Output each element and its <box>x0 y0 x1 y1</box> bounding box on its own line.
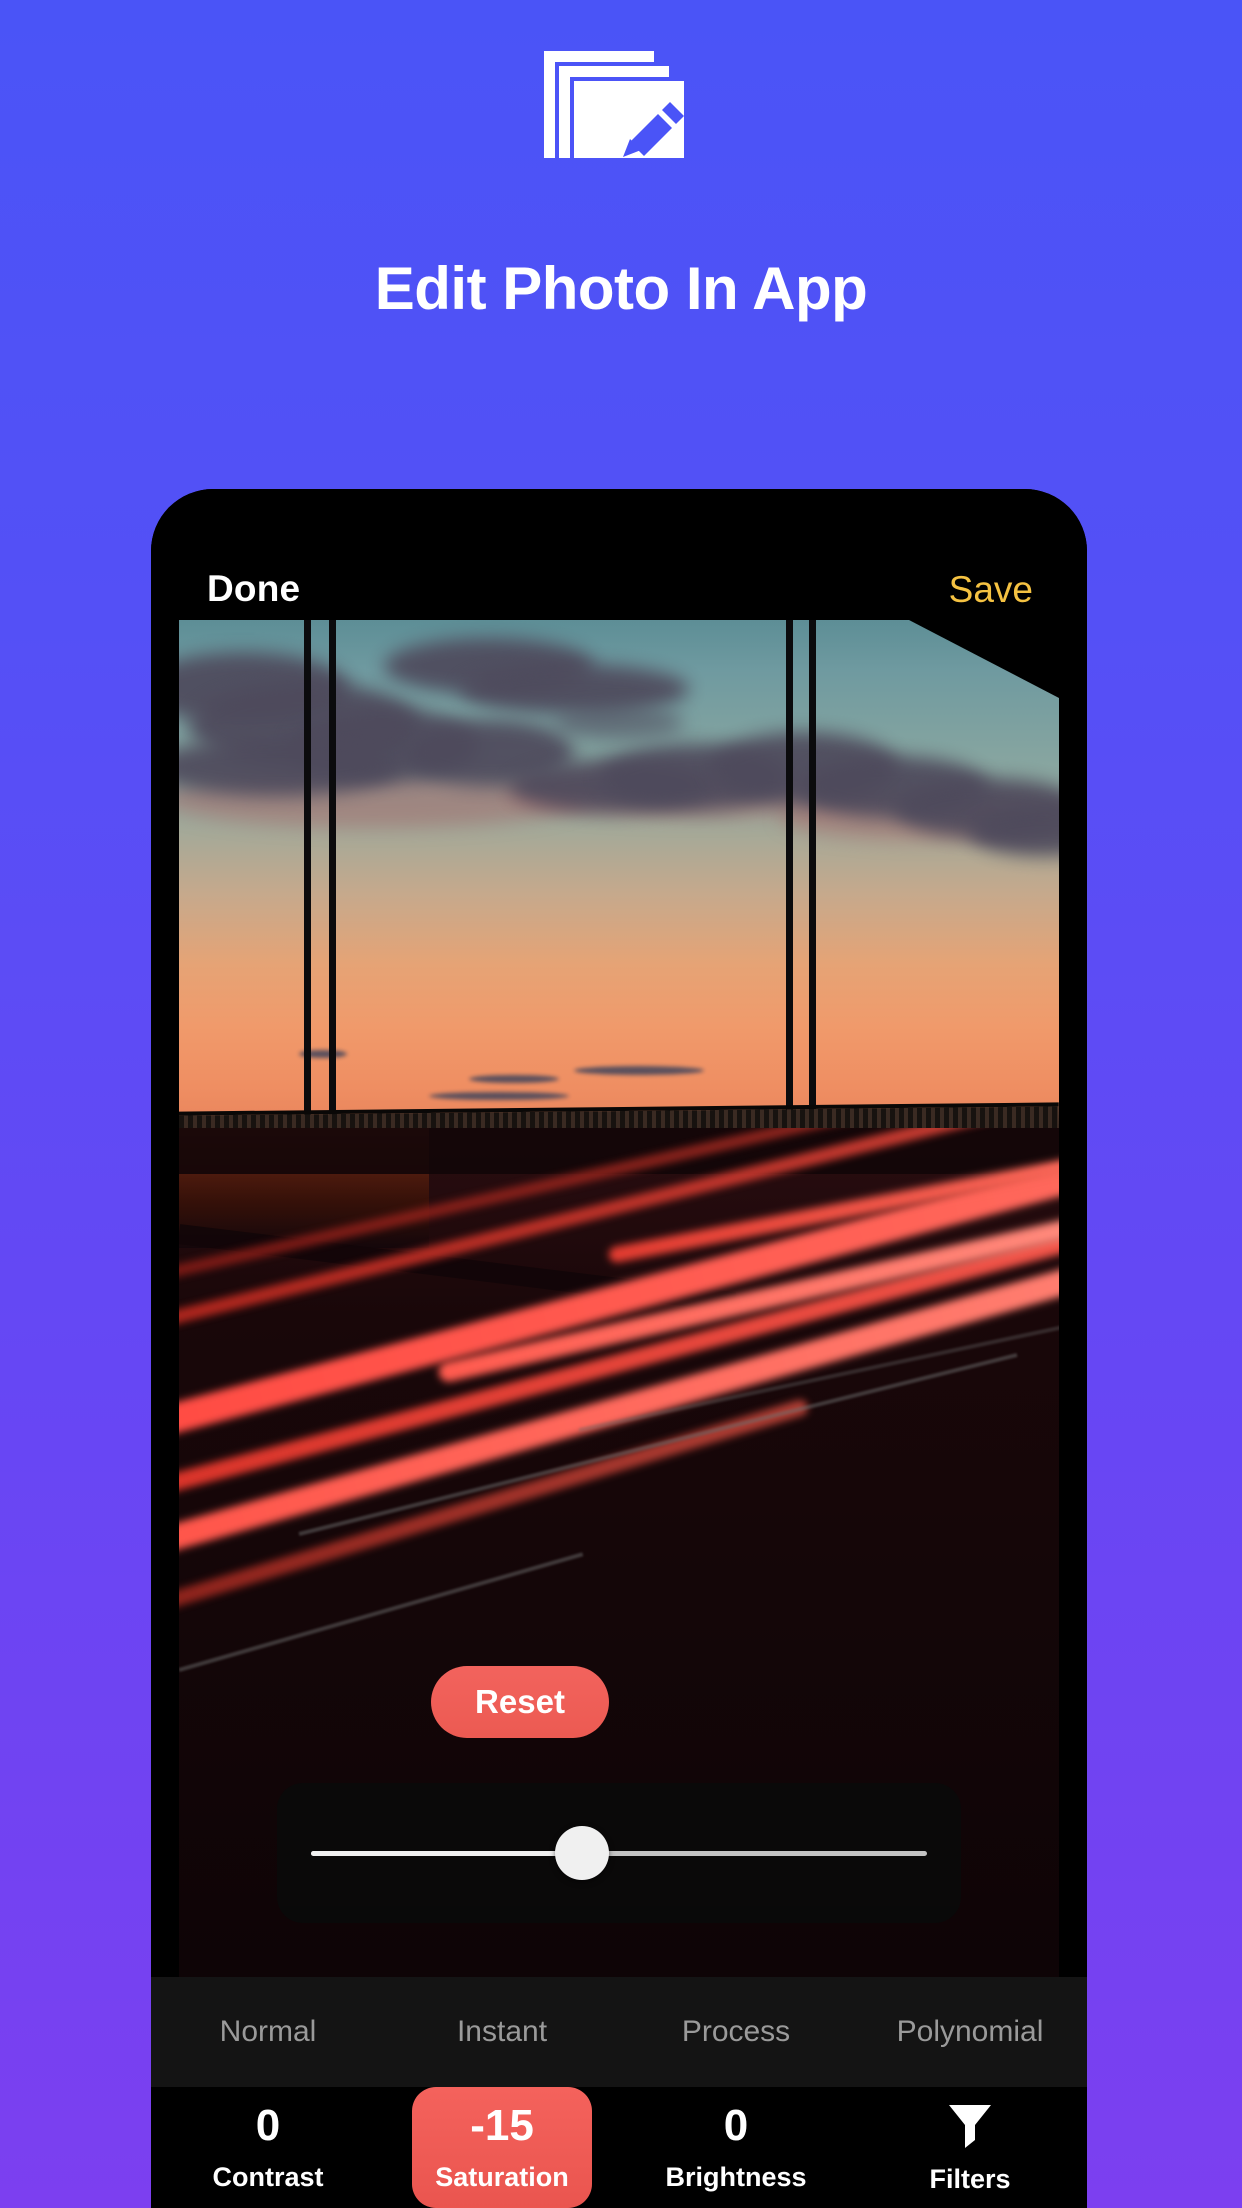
reset-button[interactable]: Reset <box>431 1666 609 1738</box>
brightness-label: Brightness <box>665 2162 807 2192</box>
brightness-value: 0 <box>723 2101 749 2150</box>
saturation-value: -15 <box>470 2101 534 2150</box>
filter-item-polynomial[interactable]: Polynomial <box>853 2015 1087 2049</box>
photo-sky <box>179 620 1059 1128</box>
filter-item-process[interactable]: Process <box>619 2015 853 2049</box>
reset-button-label: Reset <box>475 1683 565 1720</box>
photo-corner-bevel <box>909 620 1059 698</box>
phone-mockup: Done Save Reset Normal Instant Process P… <box>151 489 1087 2208</box>
slider-panel <box>277 1783 961 1923</box>
contrast-label: Contrast <box>212 2162 324 2192</box>
slider-fill <box>311 1851 583 1856</box>
edit-photo-stack-pencil-icon <box>544 51 684 158</box>
photo-preview[interactable]: Reset <box>179 620 1059 1977</box>
adjustment-contrast[interactable]: 0 Contrast <box>178 2087 358 2208</box>
done-button[interactable]: Done <box>207 568 300 610</box>
bridge-pillar <box>809 620 816 1128</box>
app-navbar: Done Save <box>151 489 1087 621</box>
filter-item-instant[interactable]: Instant <box>385 2015 619 2049</box>
adjustment-saturation[interactable]: -15 Saturation <box>412 2087 592 2208</box>
bridge-pillar <box>786 620 793 1128</box>
contrast-value: 0 <box>255 2101 281 2150</box>
slider-knob[interactable] <box>555 1826 610 1880</box>
funnel-icon <box>949 2105 991 2148</box>
bridge-pillar <box>304 620 311 1128</box>
save-button[interactable]: Save <box>949 569 1033 611</box>
bridge-pillar <box>329 620 336 1128</box>
adjustment-filters[interactable]: Filters <box>880 2087 1060 2208</box>
saturation-label: Saturation <box>435 2162 569 2192</box>
filters-label: Filters <box>929 2164 1011 2194</box>
filter-strip[interactable]: Normal Instant Process Polynomial <box>151 1977 1087 2087</box>
promo-header: Edit Photo In App <box>0 0 1242 360</box>
page-title: Edit Photo In App <box>374 255 868 322</box>
adjustment-toolbar: 0 Contrast -15 Saturation 0 Brightness F… <box>151 2087 1087 2208</box>
adjustment-brightness[interactable]: 0 Brightness <box>646 2087 826 2208</box>
adjustment-slider[interactable] <box>311 1826 927 1880</box>
filter-item-normal[interactable]: Normal <box>151 2015 385 2049</box>
